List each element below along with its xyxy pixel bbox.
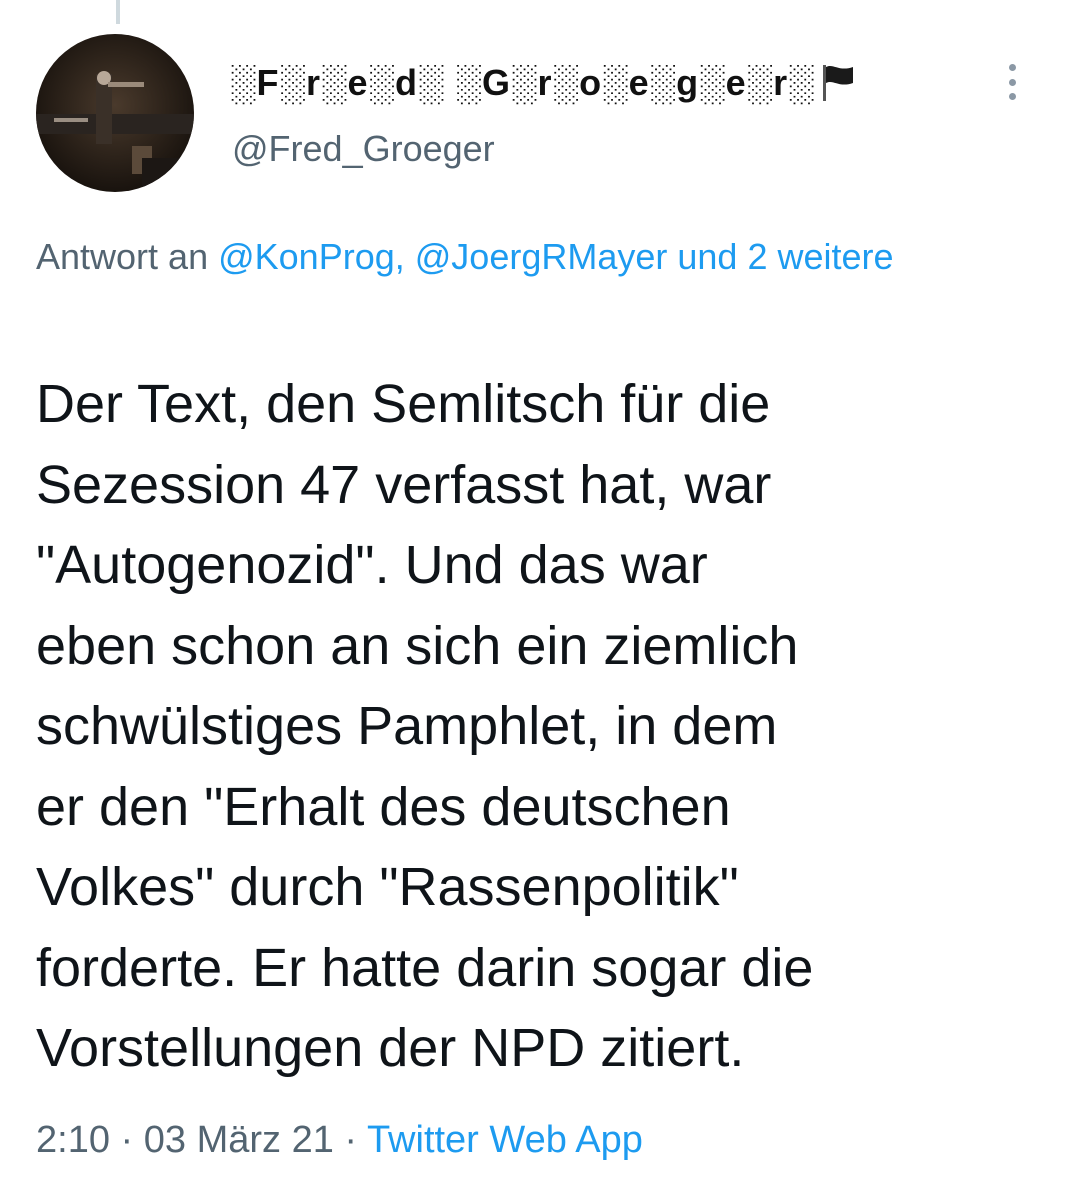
tweet-text: Der Text, den Semlitsch für die Sezessio… bbox=[36, 374, 814, 1078]
reply-prefix: Antwort an bbox=[36, 236, 219, 277]
reply-more-link[interactable]: und 2 weitere bbox=[667, 236, 893, 277]
black-flag-icon bbox=[821, 63, 855, 103]
meta-dot: · bbox=[333, 1119, 367, 1161]
more-options-icon[interactable] bbox=[998, 60, 1026, 104]
avatar-image bbox=[36, 34, 194, 192]
tweet-source-link[interactable]: Twitter Web App bbox=[367, 1119, 643, 1161]
avatar[interactable] bbox=[36, 34, 194, 192]
author-handle[interactable]: @Fred_Groeger bbox=[232, 128, 495, 170]
reply-separator: , bbox=[394, 236, 415, 277]
more-dot bbox=[1008, 64, 1016, 71]
reply-mention-joergrmayer[interactable]: @JoergRMayer bbox=[415, 236, 668, 277]
author-name-row[interactable]: ░F░r░e░d░ ░G░r░o░e░g░e░r░ bbox=[230, 58, 855, 108]
tweet-meta: 2:10 · 03 März 21 · Twitter Web App bbox=[36, 1114, 643, 1166]
tweet-date[interactable]: 03 März 21 bbox=[144, 1119, 334, 1161]
reply-mention-konprog[interactable]: @KonProg bbox=[218, 236, 395, 277]
thread-connector-line bbox=[116, 0, 120, 24]
reply-context: Antwort an @KonProg, @JoergRMayer und 2 … bbox=[36, 228, 996, 286]
tweet-time[interactable]: 2:10 bbox=[36, 1119, 110, 1161]
display-name[interactable]: ░F░r░e░d░ ░G░r░o░e░g░e░r░ bbox=[230, 62, 815, 104]
more-dot bbox=[1008, 93, 1016, 100]
meta-dot: · bbox=[109, 1119, 144, 1161]
more-dot bbox=[1008, 78, 1016, 86]
